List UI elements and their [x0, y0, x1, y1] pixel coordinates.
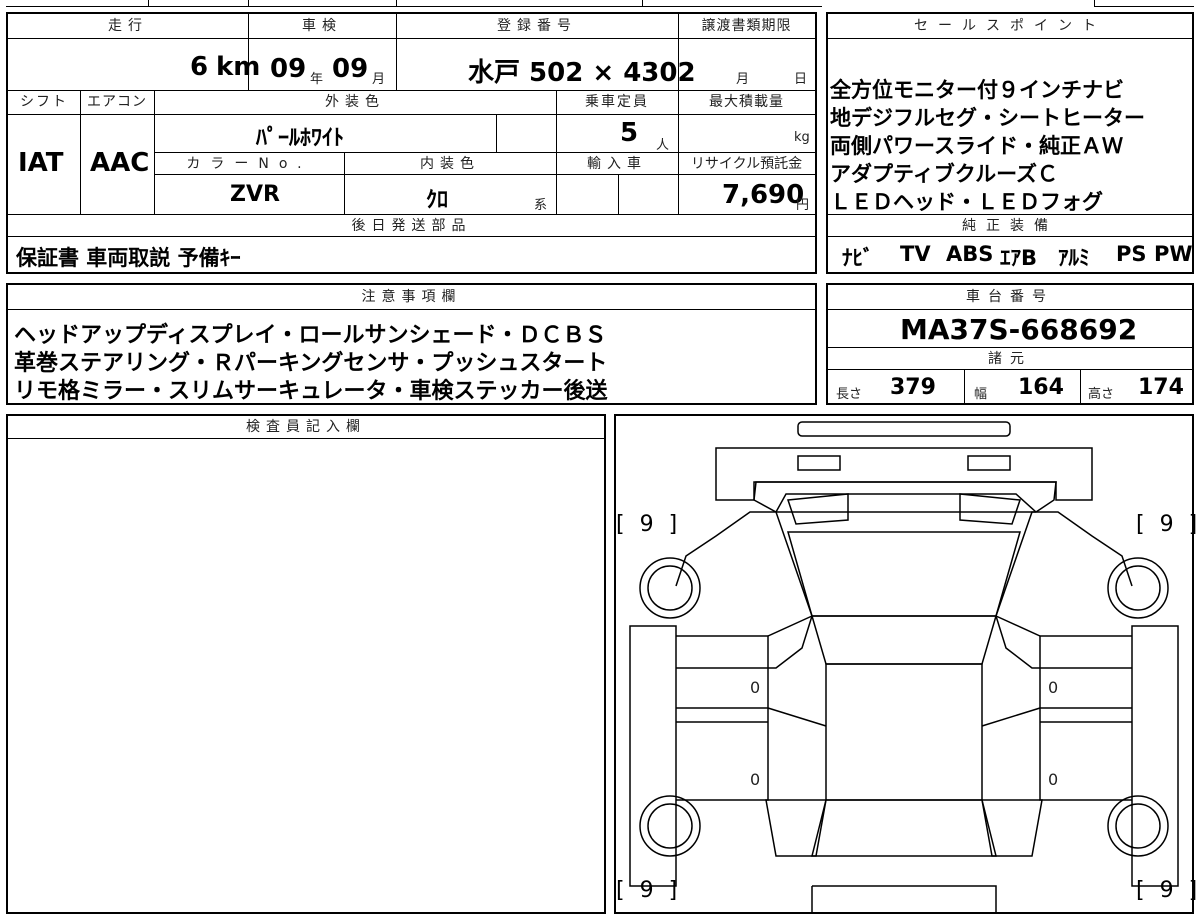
specs-header: 諸元 [988, 351, 1032, 367]
tire-rear-left: [ 9 ] [616, 878, 682, 903]
height-value: 174 [1138, 375, 1184, 400]
exterior-color-value: ﾊﾟｰﾙﾎﾜｲﾄ [256, 126, 345, 151]
door-rear-left: 0 [750, 770, 761, 789]
door-front-right: 0 [1048, 678, 1059, 697]
length-label: 長さ [836, 387, 863, 402]
mileage-header: 走行 [108, 18, 148, 34]
sales-point-line: 全方位モニター付９インチナビ [830, 78, 1124, 102]
import-header: 輸入車 [587, 156, 647, 172]
registration-header: 登録番号 [497, 18, 577, 34]
inspection-year-unit: 年 [310, 72, 324, 87]
shift-value: IAT [18, 148, 64, 178]
tire-rear-right: [ 9 ] [1136, 878, 1200, 903]
car-diagram [629, 421, 1179, 912]
sales-point-line: アダプティブクルーズＣ [830, 162, 1059, 186]
interior-color-unit: 系 [534, 198, 548, 213]
equip-item: ﾅﾋﾞ [842, 246, 874, 270]
car-diagram-box: [ 9 ] [ 9 ] [ 9 ] [ 9 ] 0 0 0 0 [614, 414, 1197, 914]
recycle-value: 7,690 [722, 180, 805, 210]
recycle-header: リサイクル預託金 [690, 156, 803, 172]
interior-color-header: 内装色 [420, 156, 480, 172]
aircon-header: エアコン [87, 94, 147, 110]
inspector-header: 検査員記入欄 [246, 419, 366, 435]
registration-value: 水戸 502 × 4302 [468, 58, 696, 88]
mileage-value: 6 [190, 52, 209, 82]
width-label: 幅 [974, 387, 988, 402]
transfer-month-unit: 月 [736, 72, 750, 87]
equip-item: ABS [946, 242, 994, 266]
equip-item: ｱﾙﾐ [1058, 246, 1090, 270]
notes-header: 注意事項欄 [361, 289, 462, 305]
equip-item: PS [1116, 242, 1147, 266]
equip-item: ｴｱB [1000, 246, 1038, 270]
recycle-unit: 円 [796, 198, 810, 213]
max-load-unit: kg [794, 130, 810, 145]
sales-point-line: 地デジフルセグ・シートヒーター [830, 106, 1145, 130]
top-strip [6, 0, 1194, 8]
capacity-header: 乗車定員 [585, 94, 649, 110]
capacity-value: 5 [620, 118, 639, 148]
chassis-box: 車台番号 MA37S-668692 諸元 長さ 379 幅 164 高さ 174 [826, 283, 1194, 405]
sales-points-box: セールスポイント 全方位モニター付９インチナビ 地デジフルセグ・シートヒーター … [826, 12, 1194, 274]
inspection-month-unit: 月 [372, 72, 386, 87]
max-load-header: 最大積載量 [709, 94, 784, 110]
door-front-left: 0 [750, 678, 761, 697]
tire-front-right: [ 9 ] [1136, 512, 1200, 537]
notes-box: 注意事項欄 ヘッドアップディスプレイ・ロールサンシェード・ＤＣＢＳ 革巻ステアリ… [6, 283, 817, 405]
inspection-header: 車検 [302, 18, 342, 34]
inspection-year: 09 [270, 54, 307, 84]
door-rear-right: 0 [1048, 770, 1059, 789]
mileage-unit: km [216, 52, 261, 82]
interior-color-value: ｸﾛ [426, 188, 449, 213]
chassis-number: MA37S-668692 [900, 313, 1138, 346]
exterior-color-header: 外装色 [325, 94, 385, 110]
note-line: リモ格ミラー・スリムサーキュレータ・車検ステッカー後送 [14, 379, 608, 404]
color-no-header: カラーNo. [186, 156, 312, 172]
length-value: 379 [890, 375, 936, 400]
later-parts-value: 保証書 車両取説 予備ｷｰ [16, 246, 241, 270]
shift-header: シフト [20, 94, 68, 110]
color-no-value: ZVR [230, 182, 280, 207]
capacity-unit: 人 [656, 138, 670, 153]
sales-point-line: 両側パワースライド・純正ＡＷ [830, 134, 1123, 158]
sales-point-line: ＬＥＤヘッド・ＬＥＤフォグ [830, 190, 1103, 214]
inspection-month: 09 [332, 54, 369, 84]
chassis-header: 車台番号 [966, 289, 1054, 305]
equip-item: PW [1154, 242, 1193, 266]
later-parts-header: 後日発送部品 [351, 218, 472, 234]
tire-front-left: [ 9 ] [616, 512, 682, 537]
vehicle-info-table: 走行 車検 登録番号 譲渡書類期限 6 km 09 年 09 月 水戸 502 … [6, 12, 817, 274]
transfer-day-unit: 日 [794, 72, 808, 87]
height-label: 高さ [1088, 387, 1115, 402]
equip-item: TV [900, 242, 931, 266]
transfer-deadline-header: 譲渡書類期限 [701, 18, 792, 34]
inspector-box: 検査員記入欄 [6, 414, 606, 914]
sales-points-header: セールスポイント [914, 18, 1106, 34]
genuine-equipment-header: 純正装備 [962, 218, 1058, 234]
aircon-value: AAC [90, 148, 150, 178]
width-value: 164 [1018, 375, 1064, 400]
